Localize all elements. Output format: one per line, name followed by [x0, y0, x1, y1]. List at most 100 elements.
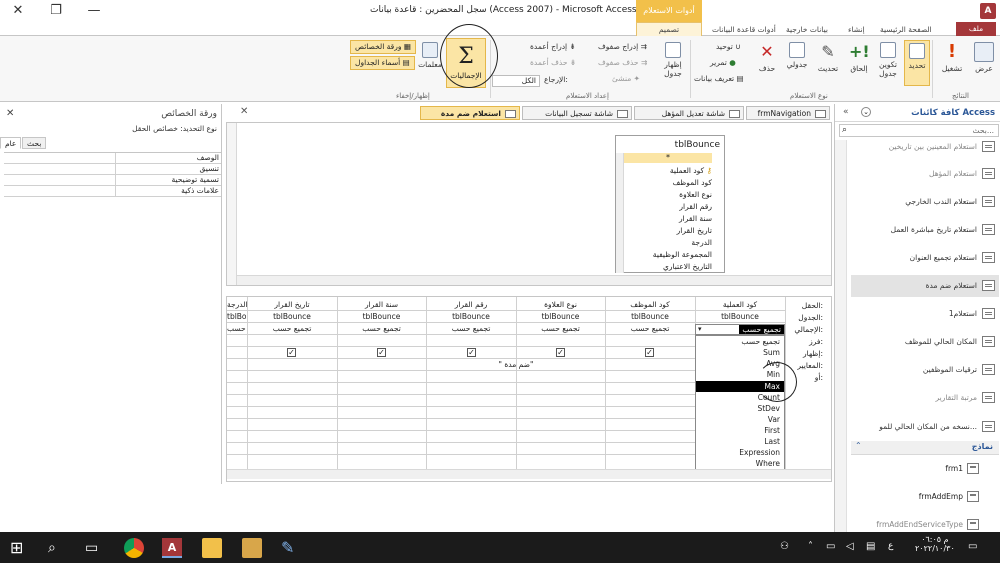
nav-query-item[interactable]: استعلام المؤهل [851, 163, 999, 185]
grid-total-cell[interactable]: تجميع حسب [516, 323, 605, 334]
field-list-scrollbar[interactable] [616, 153, 624, 273]
close-window-button[interactable]: ✕ [0, 0, 36, 22]
tab-lookup[interactable]: بحث [22, 137, 47, 149]
property-sheet-close-icon[interactable]: ✕ [6, 108, 14, 119]
nav-query-item-selected[interactable]: استعلام ضم مدة [851, 275, 999, 297]
doc-tab-query-active[interactable]: استعلام ضم مدة [420, 106, 520, 120]
nav-query-item[interactable]: استعلام المعينين بين تاريخين [851, 136, 999, 158]
grid-total-cell[interactable]: تجميع حسب [426, 323, 516, 334]
field-item[interactable]: رقم القرار [679, 202, 712, 211]
grid-field-cell[interactable]: رقم القرار [426, 299, 516, 310]
nav-form-item[interactable]: frmAddEmp [851, 486, 999, 508]
clock[interactable]: م ٠٦:٠٥ ٢٠٢٢/١٠/٣٠ [915, 535, 955, 553]
nav-form-item[interactable]: frmAddEndServiceType [851, 514, 999, 532]
show-table-button[interactable]: إظهار جدول [658, 42, 688, 78]
insert-rows-button[interactable]: إدراج صفوف ⇉ [598, 42, 647, 51]
vertical-scrollbar[interactable] [227, 123, 237, 285]
passthrough-button[interactable]: تمرير ● [710, 58, 736, 67]
field-item[interactable]: الدرجة [691, 238, 712, 247]
volume-icon[interactable]: ◁ [846, 541, 854, 552]
grid-field-cell[interactable]: كود الموظف [605, 299, 695, 310]
doc-tab-entry-form[interactable]: شاشة تسجيل البيانات [522, 106, 632, 120]
show-checkbox[interactable]: ✓ [377, 348, 386, 357]
tab-design[interactable]: تصميم [636, 22, 702, 36]
nav-query-item[interactable]: استعلام1 [851, 303, 999, 325]
dropdown-option[interactable]: Last [764, 437, 780, 446]
field-item[interactable]: كود العملية ⚷ [670, 166, 712, 175]
dropdown-option[interactable]: Var [768, 415, 780, 424]
delete-rows-button[interactable]: حذف صفوف ⇉ [598, 58, 647, 67]
grid-total-cell[interactable]: تجميع حسب [337, 323, 426, 334]
data-definition-button[interactable]: تعريف بيانات ▤ [694, 74, 744, 83]
return-combo[interactable]: الكل [492, 75, 540, 87]
grid-table-cell[interactable]: tblBounce [516, 311, 605, 322]
access-app-icon[interactable]: A [980, 3, 996, 19]
property-row[interactable]: علامات ذكية [4, 186, 221, 197]
table-names-button[interactable]: أسماء الجداول ▤ [350, 56, 415, 70]
property-value[interactable] [4, 164, 116, 174]
nav-menu-chevron-icon[interactable]: ⌄ [861, 107, 871, 117]
total-dropdown-list[interactable]: تجميع حسب Sum Avg Min Max Count StDev Va… [695, 335, 785, 473]
field-item[interactable]: المجموعة الوظيفية [653, 250, 712, 259]
task-view-icon[interactable]: ▭ [85, 538, 105, 558]
tab-create[interactable]: إنشاء [848, 23, 865, 36]
file-explorer-icon[interactable] [202, 538, 222, 558]
delete-columns-button[interactable]: حذف أعمدة ⇟ [530, 58, 576, 67]
run-button[interactable]: ! تشغيل [936, 42, 968, 74]
doc-tab-navigation[interactable]: frmNavigation [746, 106, 830, 120]
property-value[interactable] [4, 153, 116, 163]
dropdown-option[interactable]: StDev [757, 404, 780, 413]
nav-forms-header[interactable]: ⌃ نماذج [851, 441, 999, 455]
property-sheet-button[interactable]: ورقة الخصائص ▦ [350, 40, 416, 54]
table-field-list[interactable]: tblBounce * كود العملية ⚷ كود الموظف نوع… [615, 135, 725, 273]
nav-query-item[interactable]: ترقيات الموظفين [851, 359, 999, 381]
grid-table-cell[interactable]: tblBounce [247, 311, 337, 322]
crosstab-button[interactable]: جدولي [782, 42, 812, 69]
tab-home[interactable]: الصفحة الرئيسية [880, 23, 932, 36]
nav-query-item[interactable]: مرتبة التقارير [851, 387, 999, 409]
grid-total-cell[interactable]: تجميع حسب [605, 323, 695, 334]
nav-query-item[interactable]: استعلام تجميع العنوان [851, 247, 999, 269]
show-checkbox[interactable]: ✓ [645, 348, 654, 357]
dropdown-option[interactable]: Where [756, 459, 780, 468]
tab-general[interactable]: عام [0, 137, 22, 149]
nav-form-item[interactable]: frm1 [851, 458, 999, 480]
union-button[interactable]: توحيد ∪ [716, 42, 741, 51]
nav-scrollbar[interactable] [835, 140, 847, 532]
update-button[interactable]: ✎ تحديث [814, 42, 842, 73]
grid-table-cell[interactable]: tblBounce [605, 311, 695, 322]
nav-query-item[interactable]: نسخه من المكان الحالي للمو... [851, 416, 999, 438]
builder-button[interactable]: منشئ ✦ [612, 74, 640, 83]
horizontal-scrollbar[interactable] [237, 275, 831, 285]
field-item[interactable]: التاريخ الاعتباري [663, 262, 712, 272]
show-checkbox[interactable]: ✓ [467, 348, 476, 357]
windows-start-icon[interactable]: ⊞ [10, 538, 30, 558]
doc-tab-edit-form[interactable]: شاشة تعديل المؤهل [634, 106, 744, 120]
keyboard-icon[interactable]: ▤ [866, 541, 875, 552]
all-fields-star[interactable]: * [624, 153, 712, 163]
view-button[interactable]: عرض [970, 42, 998, 73]
append-button[interactable]: +! إلحاق [846, 42, 872, 73]
nav-query-item[interactable]: استعلام الندب الخارجي [851, 191, 999, 213]
property-value[interactable] [4, 186, 116, 196]
show-checkbox[interactable]: ✓ [556, 348, 565, 357]
dropdown-option[interactable]: تجميع حسب [741, 337, 780, 346]
grid-total-cell[interactable]: تجميع حسب [227, 323, 247, 334]
nav-query-item[interactable]: المكان الحالي للموظف [851, 331, 999, 353]
nav-query-item[interactable]: استعلام تاريخ مباشرة العمل [851, 219, 999, 241]
collapse-pane-icon[interactable]: « [843, 107, 849, 117]
access-taskbar-icon[interactable]: A [162, 538, 182, 558]
search-icon[interactable]: ⌕ [48, 538, 68, 558]
grid-field-cell[interactable]: سنة القرار [337, 299, 426, 310]
notifications-icon[interactable]: ▭ [968, 541, 977, 552]
property-value[interactable] [4, 175, 116, 185]
dropdown-option[interactable]: Expression [739, 448, 780, 457]
grid-field-cell[interactable]: الدرجة [227, 299, 247, 310]
chrome-icon[interactable] [124, 538, 144, 558]
grid-table-cell[interactable]: tblBounce [227, 311, 247, 322]
show-checkbox[interactable]: ✓ [287, 348, 296, 357]
nav-title[interactable]: كافة كائنات Access [911, 108, 995, 118]
people-icon[interactable]: ⚇ [780, 541, 789, 552]
make-table-button[interactable]: تكوين جدول [874, 42, 902, 78]
property-row[interactable]: الوصف [4, 153, 221, 164]
